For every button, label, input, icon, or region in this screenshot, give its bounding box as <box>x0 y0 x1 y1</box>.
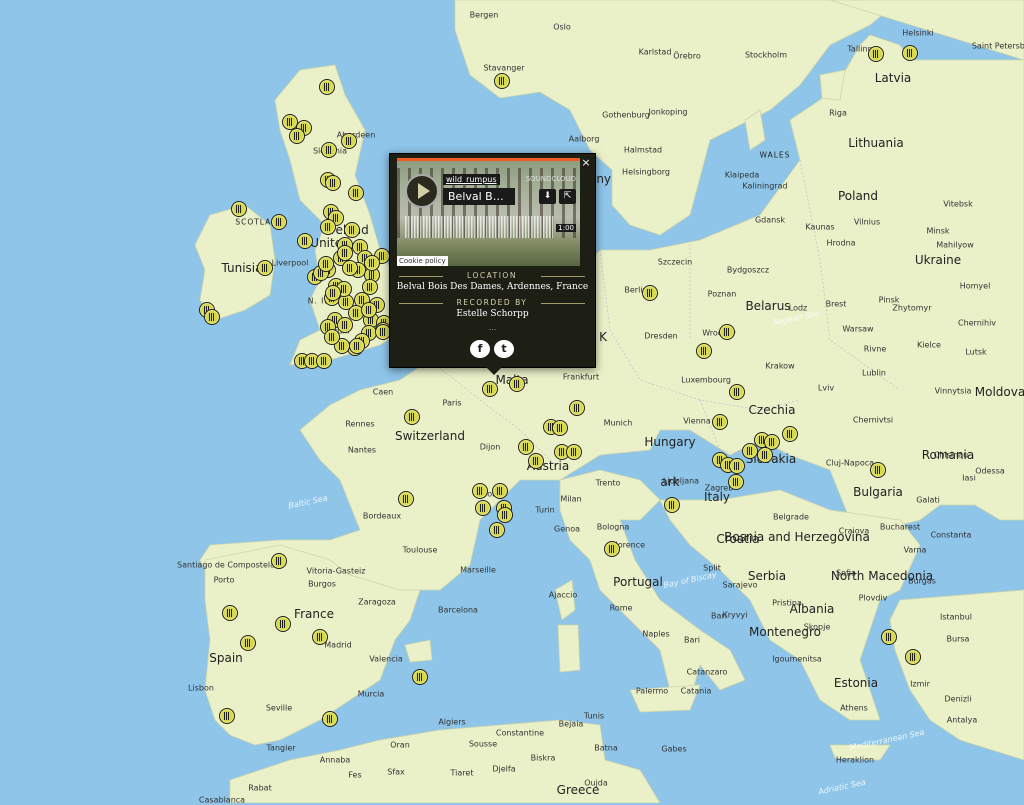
sound-marker-icon[interactable] <box>518 439 534 455</box>
sound-marker-icon[interactable] <box>318 256 334 272</box>
sound-marker-icon[interactable] <box>696 343 712 359</box>
sound-marker-icon[interactable] <box>757 447 773 463</box>
sound-marker-icon[interactable] <box>472 483 488 499</box>
sound-marker-icon[interactable] <box>475 500 491 516</box>
player-top-bar <box>397 158 580 161</box>
sound-marker-icon[interactable] <box>404 409 420 425</box>
sound-marker-icon[interactable] <box>344 222 360 238</box>
sound-marker-icon[interactable] <box>905 649 921 665</box>
sound-marker-icon[interactable] <box>642 285 658 301</box>
sound-marker-icon[interactable] <box>349 338 365 354</box>
sound-marker-icon[interactable] <box>297 233 313 249</box>
recorded-by-heading: RECORDED BY <box>397 298 587 307</box>
sound-marker-icon[interactable] <box>566 444 582 460</box>
sound-marker-icon[interactable] <box>219 708 235 724</box>
play-button[interactable] <box>405 174 439 208</box>
location-heading: LOCATION <box>397 271 587 280</box>
sound-marker-icon[interactable] <box>312 629 328 645</box>
sound-marker-icon[interactable] <box>257 260 273 276</box>
sound-marker-icon[interactable] <box>742 443 758 459</box>
sound-marker-icon[interactable] <box>240 635 256 651</box>
sound-marker-icon[interactable] <box>528 453 544 469</box>
facebook-share-button[interactable]: f <box>470 340 490 358</box>
location-value: Belval Bois Des Dames, Ardennes, France <box>396 282 589 292</box>
sound-marker-icon[interactable] <box>271 553 287 569</box>
sound-marker-icon[interactable] <box>398 491 414 507</box>
sound-marker-icon[interactable] <box>729 458 745 474</box>
separator: ... <box>488 323 497 332</box>
sound-marker-icon[interactable] <box>412 669 428 685</box>
recorded-by-value: Estelle Schorpp <box>456 309 529 319</box>
uploader-link[interactable]: wild_rumpus <box>443 174 500 185</box>
sound-marker-icon[interactable] <box>271 214 287 230</box>
sound-marker-icon[interactable] <box>868 46 884 62</box>
track-title[interactable]: Belval Bois ... <box>443 188 515 205</box>
sound-marker-icon[interactable] <box>337 317 353 333</box>
sound-marker-icon[interactable] <box>341 133 357 149</box>
sound-marker-icon[interactable] <box>712 414 728 430</box>
sound-marker-icon[interactable] <box>325 285 341 301</box>
sound-marker-icon[interactable] <box>482 381 498 397</box>
download-icon[interactable]: ⬇ <box>539 189 556 204</box>
sound-marker-icon[interactable] <box>361 302 377 318</box>
sound-marker-icon[interactable] <box>552 420 568 436</box>
track-duration: 1:00 <box>556 224 576 232</box>
sound-marker-icon[interactable] <box>348 185 364 201</box>
sound-marker-icon[interactable] <box>316 353 332 369</box>
cookie-policy-link[interactable]: Cookie policy <box>397 256 448 266</box>
sound-marker-icon[interactable] <box>275 616 291 632</box>
sound-marker-icon[interactable] <box>289 128 305 144</box>
twitter-share-button[interactable]: t <box>494 340 514 358</box>
sound-marker-icon[interactable] <box>604 541 620 557</box>
sound-marker-icon[interactable] <box>870 462 886 478</box>
sound-marker-icon[interactable] <box>881 629 897 645</box>
waveform[interactable] <box>405 216 555 238</box>
sound-marker-icon[interactable] <box>337 245 353 261</box>
sound-marker-icon[interactable] <box>325 175 341 191</box>
sound-marker-icon[interactable] <box>362 279 378 295</box>
sound-marker-icon[interactable] <box>324 329 340 345</box>
sound-marker-icon[interactable] <box>231 201 247 217</box>
sound-marker-icon[interactable] <box>494 73 510 89</box>
sound-marker-icon[interactable] <box>497 507 513 523</box>
sound-marker-icon[interactable] <box>664 497 680 513</box>
sound-marker-icon[interactable] <box>902 45 918 61</box>
sound-marker-icon[interactable] <box>569 400 585 416</box>
map-background[interactable] <box>0 0 1024 803</box>
recording-popup: × wild_rumpus Belval Bois ... SOUNDCLOUD… <box>389 153 596 375</box>
sound-marker-icon[interactable] <box>320 219 336 235</box>
sound-marker-icon[interactable] <box>729 384 745 400</box>
close-icon[interactable]: × <box>579 156 593 170</box>
sound-marker-icon[interactable] <box>489 522 505 538</box>
sound-marker-icon[interactable] <box>509 376 525 392</box>
sound-marker-icon[interactable] <box>782 426 798 442</box>
sound-marker-icon[interactable] <box>342 260 358 276</box>
sound-marker-icon[interactable] <box>492 483 508 499</box>
sound-marker-icon[interactable] <box>204 309 220 325</box>
sound-marker-icon[interactable] <box>364 255 380 271</box>
sound-marker-icon[interactable] <box>222 605 238 621</box>
sound-marker-icon[interactable] <box>728 474 744 490</box>
soundcloud-player[interactable]: wild_rumpus Belval Bois ... SOUNDCLOUD ⬇… <box>397 158 580 266</box>
share-icon[interactable]: ⇱ <box>559 189 576 204</box>
soundcloud-logo[interactable]: SOUNDCLOUD <box>526 175 576 183</box>
sound-marker-icon[interactable] <box>321 142 337 158</box>
sound-marker-icon[interactable] <box>719 324 735 340</box>
sound-marker-icon[interactable] <box>319 79 335 95</box>
sound-marker-icon[interactable] <box>322 711 338 727</box>
